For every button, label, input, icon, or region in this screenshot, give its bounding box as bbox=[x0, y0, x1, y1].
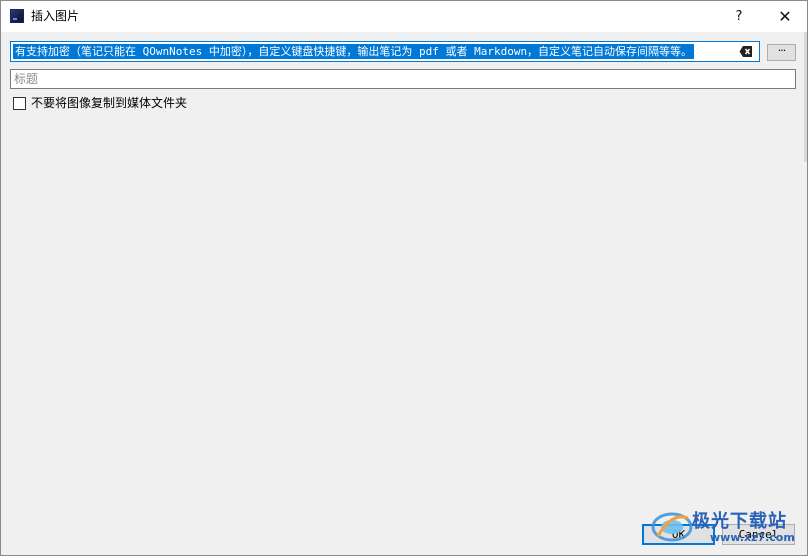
title-input[interactable] bbox=[10, 69, 796, 89]
copy-to-media-checkbox[interactable] bbox=[13, 96, 26, 110]
help-button[interactable]: ? bbox=[717, 1, 761, 32]
copy-to-media-label[interactable]: 不要将图像复制到媒体文件夹 bbox=[31, 96, 187, 110]
image-path-selected-text[interactable]: 有支持加密（笔记只能在 QOwnNotes 中加密），自定义键盘快捷键，输出笔记… bbox=[13, 44, 695, 59]
browse-button[interactable]: ··· bbox=[767, 44, 796, 61]
title-bar: 插入图片 ? ✕ bbox=[1, 1, 807, 32]
insert-image-dialog: 插入图片 ? ✕ 有支持加密（笔记只能在 QOwnNotes 中加密），自定义键… bbox=[0, 0, 808, 556]
backspace-clear-icon[interactable] bbox=[739, 45, 753, 58]
copy-to-media-option[interactable]: 不要将图像复制到媒体文件夹 bbox=[13, 96, 187, 110]
app-icon bbox=[10, 9, 24, 23]
image-path-field[interactable]: 有支持加密（笔记只能在 QOwnNotes 中加密），自定义键盘快捷键，输出笔记… bbox=[10, 41, 760, 62]
window-edge bbox=[804, 32, 807, 162]
window-title: 插入图片 bbox=[31, 9, 80, 23]
close-button[interactable]: ✕ bbox=[763, 1, 807, 32]
cancel-button[interactable]: Cancel bbox=[722, 524, 795, 545]
ok-button[interactable]: OK bbox=[642, 524, 715, 545]
